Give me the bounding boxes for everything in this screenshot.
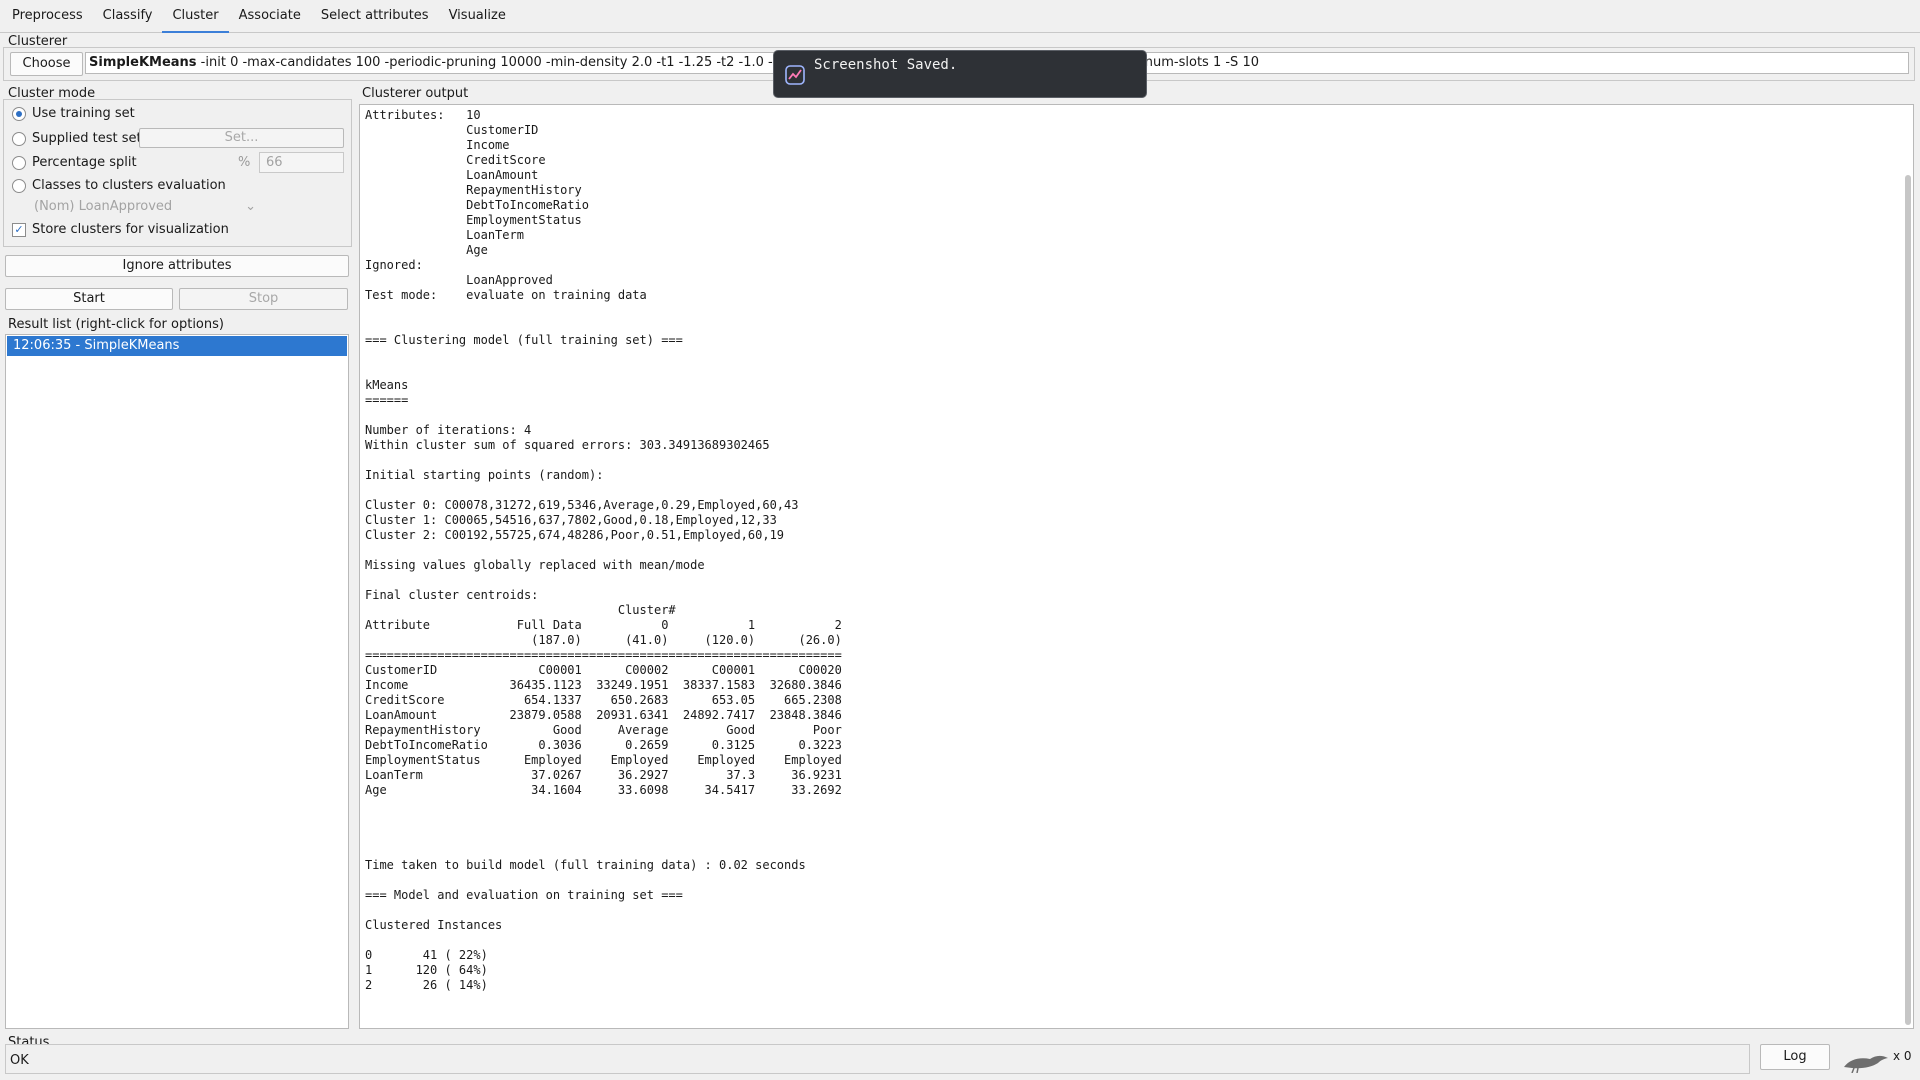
use-training-set-label: Use training set — [32, 106, 135, 121]
set-test-set-button[interactable]: Set... — [139, 128, 344, 148]
classes-to-clusters-label: Classes to clusters evaluation — [32, 178, 226, 193]
supplied-test-set-radio[interactable] — [12, 131, 26, 146]
stop-button[interactable]: Stop — [179, 288, 348, 310]
weka-bird-icon[interactable] — [1842, 1049, 1890, 1073]
supplied-test-set-label: Supplied test set — [32, 131, 142, 146]
chevron-down-icon: ⌄ — [245, 199, 256, 214]
start-button[interactable]: Start — [5, 288, 173, 310]
store-clusters-checkbox[interactable]: ✓ — [12, 222, 26, 237]
screenshot-saved-toast: Screenshot Saved. — [773, 50, 1147, 98]
ignore-attributes-button[interactable]: Ignore attributes — [5, 255, 349, 277]
screenshot-icon — [785, 65, 805, 85]
tab-bar: Preprocess Classify Cluster Associate Se… — [0, 0, 1920, 33]
result-list-item[interactable]: 12:06:35 - SimpleKMeans — [7, 336, 347, 356]
result-list-label: Result list (right-click for options) — [8, 317, 224, 332]
percentage-split-option[interactable]: Percentage split — [12, 155, 137, 170]
status-text: OK — [10, 1053, 29, 1068]
supplied-test-set-option[interactable]: Supplied test set — [12, 131, 142, 146]
percentage-split-input[interactable]: 66 — [259, 152, 344, 173]
class-attribute-select[interactable]: (Nom) LoanApproved ⌄ — [34, 199, 256, 217]
tab-preprocess[interactable]: Preprocess — [2, 0, 93, 33]
classes-to-clusters-radio[interactable] — [12, 178, 26, 193]
output-scrollbar[interactable] — [1905, 175, 1911, 1025]
tab-classify[interactable]: Classify — [93, 0, 163, 33]
clusterer-algorithm-name: SimpleKMeans — [89, 55, 197, 70]
percentage-split-label: Percentage split — [32, 155, 137, 170]
clusterer-output-text: Attributes: 10 CustomerID Income CreditS… — [365, 108, 842, 992]
status-bar: OK — [5, 1044, 1750, 1074]
use-training-set-option[interactable]: Use training set — [12, 106, 135, 121]
percentage-split-radio[interactable] — [12, 155, 26, 170]
result-list[interactable]: 12:06:35 - SimpleKMeans — [5, 334, 349, 1029]
store-clusters-option[interactable]: ✓ Store clusters for visualization — [12, 222, 229, 237]
log-button[interactable]: Log — [1760, 1044, 1830, 1070]
tab-visualize[interactable]: Visualize — [439, 0, 516, 33]
tab-associate[interactable]: Associate — [229, 0, 311, 33]
use-training-set-radio[interactable] — [12, 106, 26, 121]
task-count: x 0 — [1893, 1049, 1912, 1063]
store-clusters-label: Store clusters for visualization — [32, 222, 229, 237]
class-attribute-value: (Nom) LoanApproved — [34, 199, 173, 214]
clusterer-output-label: Clusterer output — [362, 86, 469, 101]
classes-to-clusters-option[interactable]: Classes to clusters evaluation — [12, 178, 226, 193]
tab-select-attributes[interactable]: Select attributes — [311, 0, 439, 33]
clusterer-output-panel[interactable]: Attributes: 10 CustomerID Income CreditS… — [359, 104, 1914, 1029]
percent-symbol: % — [238, 155, 251, 170]
tab-cluster[interactable]: Cluster — [162, 0, 229, 33]
toast-message: Screenshot Saved. — [814, 57, 958, 73]
choose-button[interactable]: Choose — [10, 52, 83, 76]
